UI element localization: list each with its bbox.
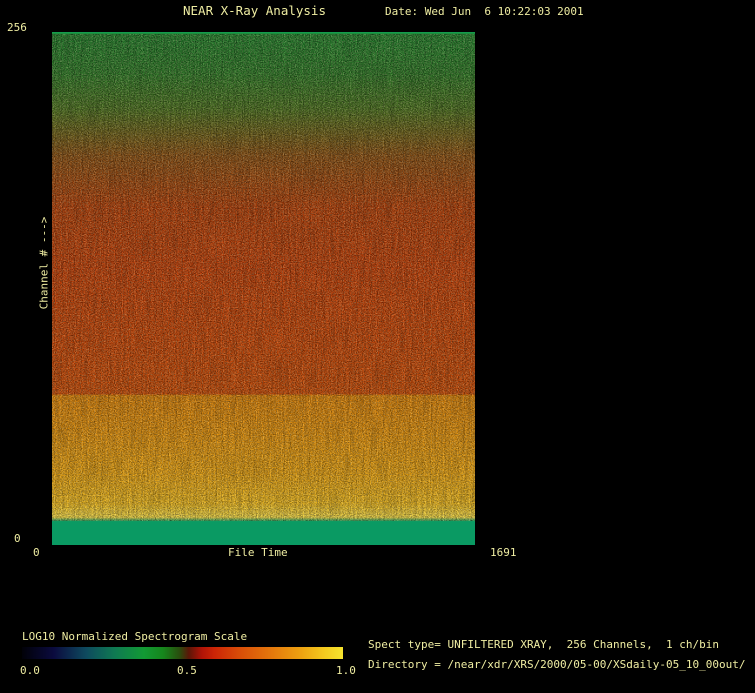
directory-line: Directory = /near/xdr/XRS/2000/05-00/XSd… (368, 658, 746, 671)
x-axis-min-label: 0 (33, 546, 40, 559)
colorbar-tick-max: 1.0 (336, 664, 356, 677)
x-axis-max-label: 1691 (490, 546, 517, 559)
page-title: NEAR X-Ray Analysis (183, 3, 326, 18)
colorbar-tick-min: 0.0 (20, 664, 40, 677)
spectrogram-noise-overlay (52, 34, 475, 521)
colorbar-tick-mid: 0.5 (177, 664, 197, 677)
y-axis-title: Channel # ---> (37, 216, 51, 310)
date-label: Date: Wed Jun 6 10:22:03 2001 (385, 5, 584, 18)
x-axis-title: File Time (228, 546, 288, 559)
colorbar-title: LOG10 Normalized Spectrogram Scale (22, 630, 248, 643)
y-axis-max-label: 256 (7, 21, 27, 34)
colorbar-gradient (22, 647, 343, 659)
spectrogram-image (52, 32, 475, 545)
plot-window: NEAR X-Ray Analysis Date: Wed Jun 6 10:2… (0, 0, 755, 693)
y-axis-min-label: 0 (14, 532, 21, 545)
spect-type-line: Spect type= UNFILTERED XRAY, 256 Channel… (368, 638, 719, 651)
